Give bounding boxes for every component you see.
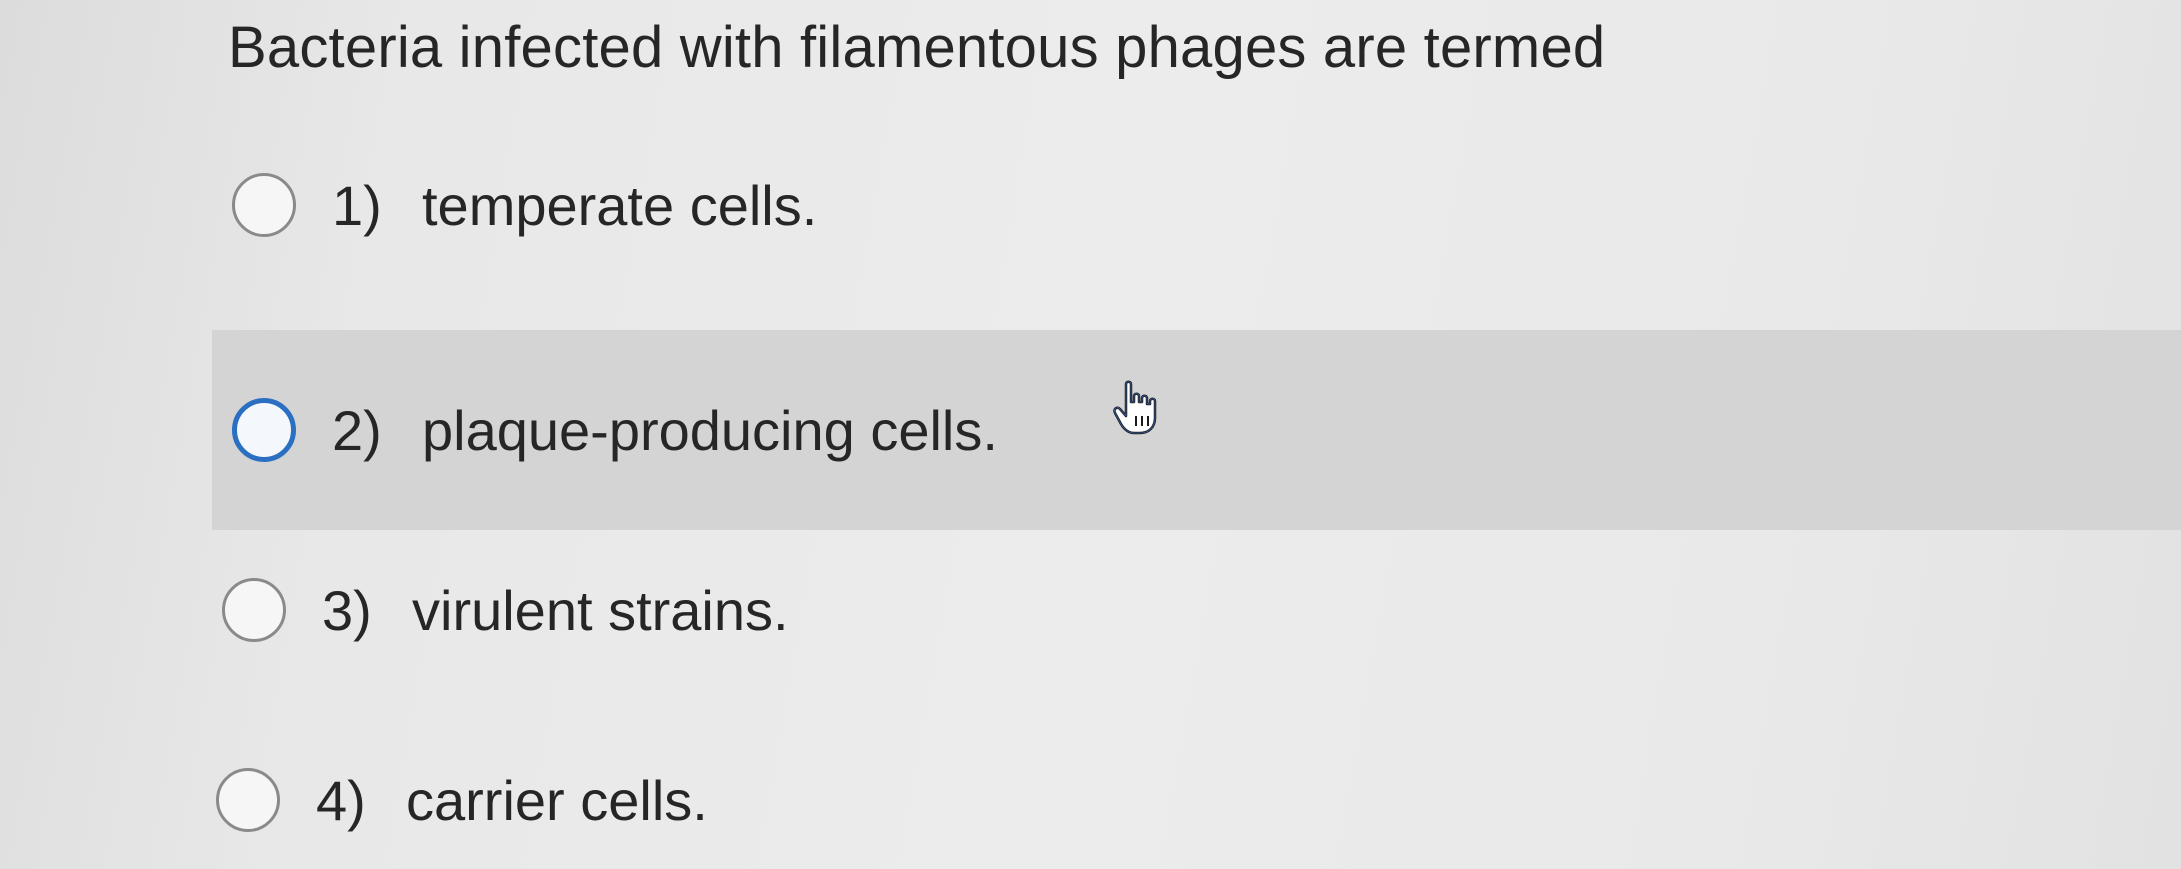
option-4[interactable]: 4) carrier cells. <box>216 745 1216 855</box>
option-2[interactable]: 2) plaque-producing cells. <box>212 330 2181 530</box>
hand-pointer-icon <box>1113 380 1157 435</box>
option-4-label: carrier cells. <box>406 768 708 832</box>
option-1-label: temperate cells. <box>422 173 818 237</box>
option-2-number: 2) <box>332 398 382 462</box>
option-2-label: plaque-producing cells. <box>422 398 998 462</box>
option-4-number: 4) <box>316 768 366 832</box>
radio-option-3[interactable] <box>222 578 286 642</box>
question-text: Bacteria infected with filamentous phage… <box>228 15 1606 80</box>
radio-option-2[interactable] <box>232 398 296 462</box>
option-3[interactable]: 3) virulent strains. <box>222 555 1222 665</box>
option-3-number: 3) <box>322 578 372 642</box>
option-1-number: 1) <box>332 173 382 237</box>
radio-option-4[interactable] <box>216 768 280 832</box>
option-3-label: virulent strains. <box>412 578 789 642</box>
option-1[interactable]: 1) temperate cells. <box>232 150 1232 260</box>
radio-option-1[interactable] <box>232 173 296 237</box>
